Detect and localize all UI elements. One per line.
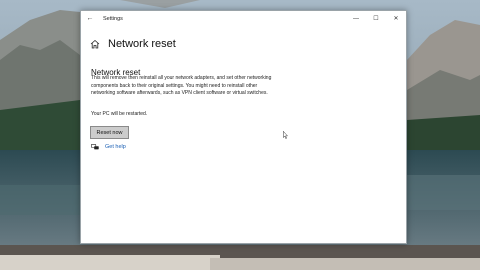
get-help-row[interactable]: Get help xyxy=(91,144,126,150)
maximize-button[interactable]: ☐ xyxy=(366,15,386,22)
reset-description: This will remove then reinstall all your… xyxy=(91,75,272,96)
minimize-button[interactable]: — xyxy=(346,16,366,22)
chat-bubbles-icon xyxy=(91,144,99,150)
mouse-cursor-icon xyxy=(283,131,288,139)
restart-note: Your PC will be restarted. xyxy=(91,111,148,117)
close-button[interactable]: ✕ xyxy=(386,15,406,22)
window-title: Settings xyxy=(103,15,123,22)
page-title: Network reset xyxy=(108,38,176,50)
title-bar: ← Settings — ☐ ✕ xyxy=(81,11,406,26)
settings-window: ← Settings — ☐ ✕ Network reset Network r… xyxy=(80,10,407,244)
home-icon[interactable] xyxy=(90,39,100,49)
reset-now-button[interactable]: Reset now xyxy=(90,126,129,139)
back-arrow-icon[interactable]: ← xyxy=(81,15,99,22)
page-header: Network reset xyxy=(90,38,176,50)
get-help-link[interactable]: Get help xyxy=(105,144,126,150)
